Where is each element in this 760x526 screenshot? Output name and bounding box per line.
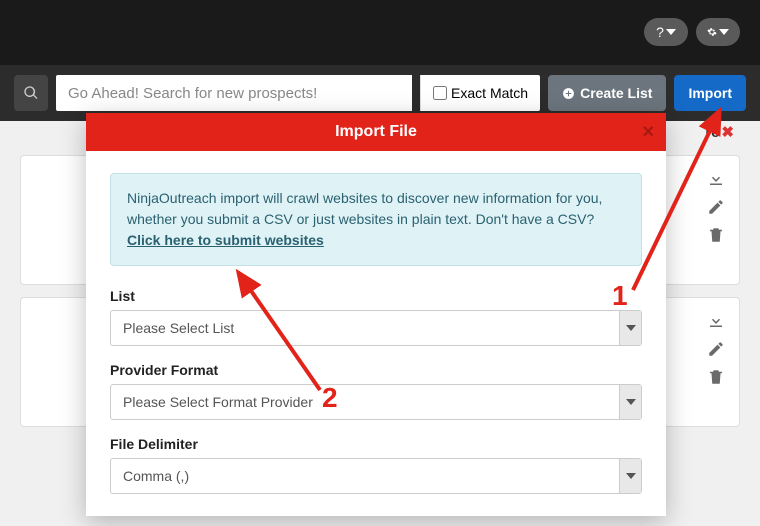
help-button[interactable]: ?: [644, 18, 688, 46]
caret-down-icon: [666, 27, 676, 37]
trash-icon[interactable]: [707, 368, 725, 386]
field-list: List Please Select List: [110, 288, 642, 346]
modal-header: Import File ×: [86, 113, 666, 151]
list-select[interactable]: Please Select List: [110, 310, 642, 346]
caret-down-icon: [719, 27, 729, 37]
provider-label: Provider Format: [110, 362, 642, 378]
search-icon: [23, 85, 39, 101]
exact-match-label: Exact Match: [451, 85, 528, 101]
submit-websites-link[interactable]: Click here to submit websites: [127, 232, 324, 248]
delimiter-selected-value: Comma (,): [111, 468, 619, 484]
import-label: Import: [688, 85, 732, 101]
exact-match-toggle[interactable]: Exact Match: [420, 75, 540, 111]
settings-button[interactable]: [696, 18, 740, 46]
card-actions: [707, 312, 725, 412]
chevron-down-icon: [619, 311, 641, 345]
modal-body: NinjaOutreach import will crawl websites…: [86, 151, 666, 516]
modal-title: Import File: [335, 123, 417, 140]
exact-match-checkbox[interactable]: [433, 86, 447, 100]
chevron-down-icon: [619, 459, 641, 493]
chevron-down-icon: [619, 385, 641, 419]
edit-icon[interactable]: [707, 198, 725, 216]
gear-icon: [707, 27, 717, 37]
close-x-icon: ✖: [721, 124, 734, 141]
provider-selected-value: Please Select Format Provider: [111, 394, 619, 410]
delimiter-select[interactable]: Comma (,): [110, 458, 642, 494]
info-text: NinjaOutreach import will crawl websites…: [127, 190, 602, 227]
modal-close-button[interactable]: ×: [642, 122, 654, 142]
top-header: ?: [0, 0, 760, 65]
annotation-number-1: 1: [612, 280, 628, 312]
list-label: List: [110, 288, 642, 304]
trash-icon[interactable]: [707, 226, 725, 244]
import-modal: Import File × NinjaOutreach import will …: [86, 113, 666, 516]
search-input[interactable]: [56, 75, 412, 111]
import-button[interactable]: Import: [674, 75, 746, 111]
help-label: ?: [656, 24, 664, 40]
download-icon[interactable]: [707, 312, 725, 330]
create-list-label: Create List: [580, 85, 652, 101]
provider-select[interactable]: Please Select Format Provider: [110, 384, 642, 420]
brand-fragment: re✖: [705, 123, 734, 141]
list-selected-value: Please Select List: [111, 320, 619, 336]
plus-circle-icon: [562, 87, 575, 100]
annotation-number-2: 2: [322, 382, 338, 414]
download-icon[interactable]: [707, 170, 725, 188]
search-icon-box[interactable]: [14, 75, 48, 111]
info-box: NinjaOutreach import will crawl websites…: [110, 173, 642, 266]
card-actions: [707, 170, 725, 270]
delimiter-label: File Delimiter: [110, 436, 642, 452]
edit-icon[interactable]: [707, 340, 725, 358]
field-provider: Provider Format Please Select Format Pro…: [110, 362, 642, 420]
field-delimiter: File Delimiter Comma (,): [110, 436, 642, 494]
create-list-button[interactable]: Create List: [548, 75, 666, 111]
